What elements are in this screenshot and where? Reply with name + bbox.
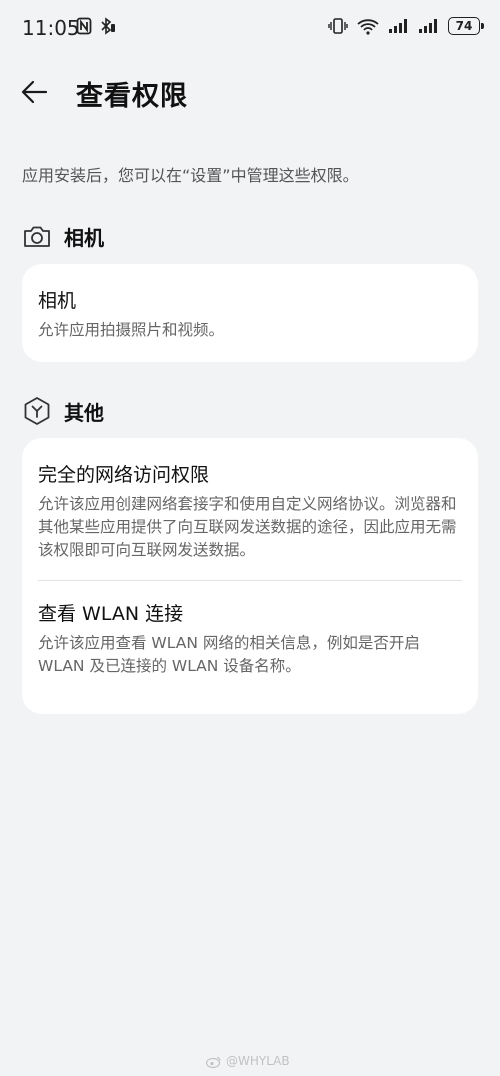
- nfc-icon: [76, 17, 92, 35]
- signal-icon: [389, 19, 407, 33]
- section-other-label: 其他: [64, 400, 104, 425]
- permission-card-other: 完全的网络访问权限 允许该应用创建网络套接字和使用自定义网络协议。浏览器和其他某…: [22, 438, 478, 714]
- permission-description: 允许该应用创建网络套接字和使用自定义网络协议。浏览器和其他某些应用提供了向互联网…: [38, 495, 457, 559]
- page-title: 查看权限: [76, 81, 188, 112]
- permission-title: 相机: [38, 290, 77, 312]
- signal-icon-2: [419, 19, 437, 33]
- permission-item-network[interactable]: 完全的网络访问权限 允许该应用创建网络套接字和使用自定义网络协议。浏览器和其他某…: [22, 438, 478, 580]
- permission-description: 允许该应用查看 WLAN 网络的相关信息，例如是否开启 WLAN 及已连接的 W…: [38, 634, 420, 675]
- status-bar: 11:05 74: [0, 0, 500, 60]
- camera-icon: [24, 226, 50, 247]
- intro-text: 应用安装后，您可以在“设置”中管理这些权限。: [22, 166, 359, 185]
- permission-description: 允许应用拍摄照片和视频。: [38, 321, 225, 339]
- battery-indicator: 74: [448, 17, 484, 35]
- watermark-text: @WHYLAB: [226, 1054, 290, 1068]
- permission-item-camera[interactable]: 相机 允许应用拍摄照片和视频。: [22, 264, 478, 342]
- section-camera-label: 相机: [64, 226, 104, 250]
- bluetooth-icon: [101, 17, 115, 35]
- watermark: @WHYLAB: [206, 1054, 290, 1068]
- status-right-icons: 74: [328, 16, 484, 36]
- status-time: 11:05: [22, 16, 80, 40]
- section-other-header: 其他: [22, 396, 104, 426]
- section-camera-header: 相机: [22, 222, 104, 251]
- permission-card-camera: 相机 允许应用拍摄照片和视频。: [22, 264, 478, 362]
- permission-title: 查看 WLAN 连接: [38, 603, 184, 625]
- back-button[interactable]: [16, 72, 60, 112]
- hexagon-icon: [24, 397, 50, 425]
- status-left-icons: [76, 17, 116, 35]
- vibrate-icon: [328, 18, 348, 34]
- weibo-logo-icon: [206, 1056, 221, 1068]
- arrow-left-icon: [21, 80, 48, 104]
- permission-title: 完全的网络访问权限: [38, 464, 210, 486]
- wifi-icon: [357, 19, 379, 35]
- permission-item-wlan[interactable]: 查看 WLAN 连接 允许该应用查看 WLAN 网络的相关信息，例如是否开启 W…: [22, 581, 478, 678]
- app-bar: 查看权限: [0, 60, 500, 124]
